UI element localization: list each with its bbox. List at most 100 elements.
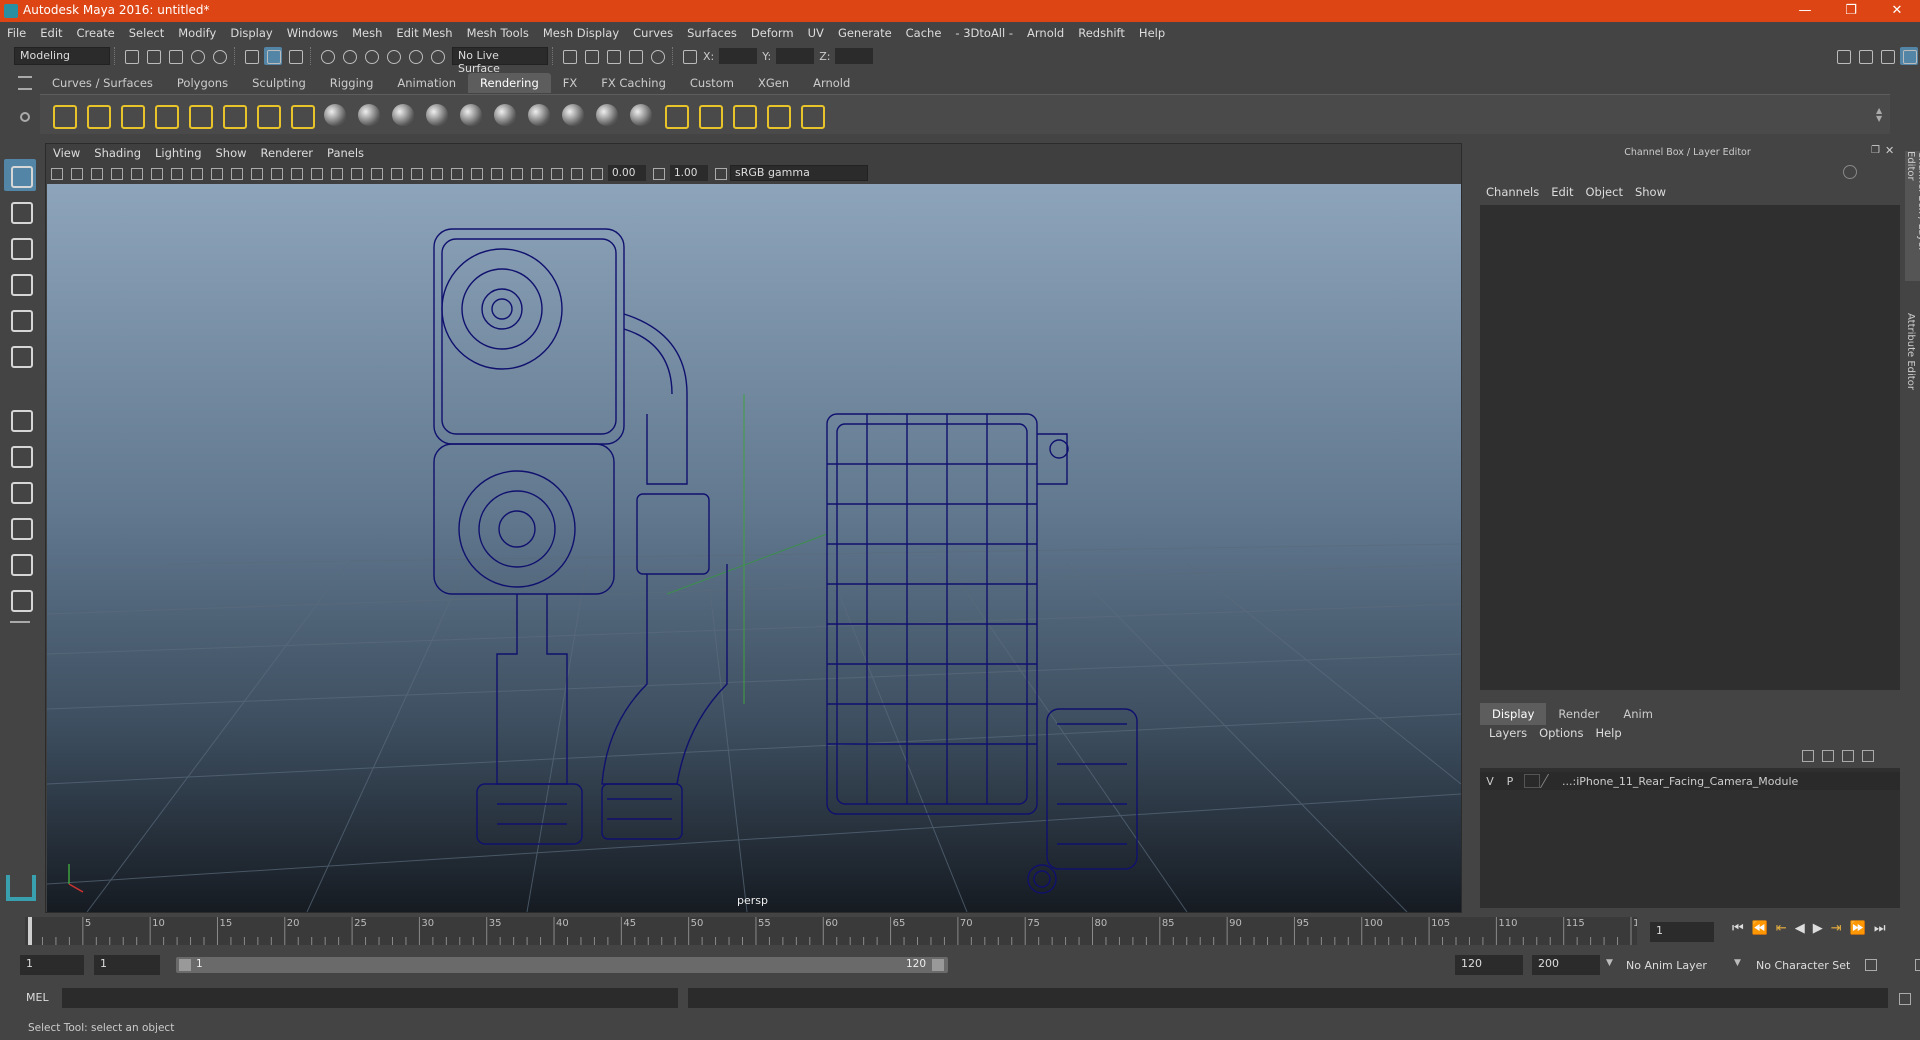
single-perspective-layout-icon[interactable] <box>4 403 36 435</box>
gate-mask-icon[interactable] <box>228 165 244 181</box>
step-forward-frame-icon[interactable]: ⇥ <box>1831 921 1842 936</box>
layer-playback-toggle[interactable]: P <box>1500 775 1520 788</box>
minimize-icon[interactable]: — <box>1782 0 1828 22</box>
shelf-tab-animation[interactable]: Animation <box>385 73 468 93</box>
exposure-icon[interactable] <box>588 165 604 181</box>
shadows-icon[interactable] <box>428 165 444 181</box>
menu-windows[interactable]: Windows <box>287 26 338 40</box>
shading-map-icon[interactable] <box>626 100 656 130</box>
motion-blur-icon[interactable] <box>468 165 484 181</box>
area-light-icon[interactable] <box>184 100 214 130</box>
move-layer-down-icon[interactable] <box>1819 747 1835 763</box>
range-bar[interactable]: 1 120 <box>176 957 948 973</box>
step-back-key-icon[interactable]: ⏪ <box>1752 921 1768 936</box>
scale-tool-icon[interactable] <box>4 339 36 371</box>
layer-row[interactable]: V P ...:iPhone_11_Rear_Facing_Camera_Mod… <box>1480 772 1900 790</box>
grid-toggle-icon[interactable] <box>168 165 184 181</box>
le-menu-layers[interactable]: Layers <box>1489 726 1527 740</box>
auto-key-icon[interactable] <box>1862 956 1878 972</box>
command-input[interactable] <box>62 988 678 1008</box>
close-panel-icon[interactable]: ✕ <box>1885 144 1894 157</box>
outliner-persp-layout-icon[interactable] <box>4 475 36 507</box>
paint-select-tool-icon[interactable] <box>4 231 36 263</box>
playback-end-field[interactable]: 120 <box>1455 955 1523 975</box>
isolate-select-icon[interactable] <box>508 165 524 181</box>
camera-attributes-icon[interactable] <box>68 165 84 181</box>
new-layer-icon[interactable] <box>1859 747 1875 763</box>
anisotropic-shader-icon[interactable] <box>456 100 486 130</box>
end-time-field[interactable]: 200 <box>1532 955 1600 975</box>
menu-file[interactable]: File <box>7 26 26 40</box>
xray-icon[interactable] <box>528 165 544 181</box>
float-panel-icon[interactable]: ❐ <box>1871 145 1880 156</box>
color-management-icon[interactable] <box>712 165 728 181</box>
film-gate-icon[interactable] <box>188 165 204 181</box>
snap-live-icon[interactable] <box>406 47 424 65</box>
gamma-icon[interactable] <box>650 165 666 181</box>
side-tab-attribute-editor[interactable]: Attribute Editor <box>1905 313 1916 390</box>
menu-mesh-tools[interactable]: Mesh Tools <box>467 26 529 40</box>
snap-view-plane-icon[interactable] <box>384 47 402 65</box>
phonge-shader-icon[interactable] <box>422 100 452 130</box>
select-by-component-icon[interactable] <box>286 47 304 65</box>
menu-cache[interactable]: Cache <box>906 26 942 40</box>
snap-point-icon[interactable] <box>362 47 380 65</box>
layer-tab-display[interactable]: Display <box>1480 703 1547 725</box>
shelf-menu-icon[interactable] <box>18 76 32 90</box>
render-settings-icon[interactable] <box>604 47 622 65</box>
snap-grid-icon[interactable] <box>318 47 336 65</box>
safe-title-icon[interactable] <box>288 165 304 181</box>
menu-generate[interactable]: Generate <box>838 26 892 40</box>
render-settings-shelf-icon[interactable] <box>660 100 690 130</box>
modeling-toolkit-icon[interactable] <box>1834 47 1852 65</box>
grease-pencil-icon[interactable] <box>148 165 164 181</box>
char-set-dropdown-icon[interactable]: ▼ <box>1734 958 1741 968</box>
menu-curves[interactable]: Curves <box>633 26 673 40</box>
rotate-tool-icon[interactable] <box>4 303 36 335</box>
shelf-tab-curves-surfaces[interactable]: Curves / Surfaces <box>40 73 165 93</box>
ipr-shelf-icon[interactable] <box>728 100 758 130</box>
hypershade-layout-icon[interactable] <box>4 583 36 615</box>
manipulator-icon[interactable] <box>1843 165 1857 179</box>
menu-surfaces[interactable]: Surfaces <box>687 26 737 40</box>
y-field[interactable] <box>776 48 815 64</box>
shelf-tab-polygons[interactable]: Polygons <box>165 73 240 93</box>
menu-deform[interactable]: Deform <box>751 26 794 40</box>
layer-name[interactable]: ...:iPhone_11_Rear_Facing_Camera_Module <box>1562 775 1798 788</box>
blinn-shader-icon[interactable] <box>354 100 384 130</box>
current-frame-field[interactable]: 1 <box>1650 922 1714 942</box>
render-view-icon[interactable] <box>648 47 666 65</box>
camera-select-icon[interactable] <box>48 165 64 181</box>
transform-mode-icon[interactable] <box>680 47 698 65</box>
undo-icon[interactable] <box>188 47 206 65</box>
close-icon[interactable]: ✕ <box>1874 0 1920 22</box>
animation-prefs-icon[interactable] <box>1912 956 1920 972</box>
anim-layer-dropdown[interactable]: No Anim Layer <box>1626 959 1707 972</box>
menu-3dtoall[interactable]: - 3DtoAll - <box>955 26 1013 40</box>
menu-select[interactable]: Select <box>129 26 164 40</box>
range-end-handle[interactable] <box>932 959 944 971</box>
channel-box-area[interactable] <box>1480 205 1900 690</box>
go-to-start-icon[interactable]: ⏮ <box>1732 921 1744 936</box>
cb-menu-object[interactable]: Object <box>1586 185 1623 199</box>
hypershade-icon[interactable] <box>626 47 644 65</box>
point-light-icon[interactable] <box>48 100 78 130</box>
le-menu-help[interactable]: Help <box>1595 726 1621 740</box>
xray-joints-icon[interactable] <box>548 165 564 181</box>
cb-menu-edit[interactable]: Edit <box>1551 185 1573 199</box>
shelf-tab-xgen[interactable]: XGen <box>746 73 801 93</box>
textured-icon[interactable] <box>388 165 404 181</box>
ambient-occlusion-icon[interactable] <box>448 165 464 181</box>
shelf-tab-custom[interactable]: Custom <box>678 73 746 93</box>
wireframe-on-shaded-icon[interactable] <box>368 165 384 181</box>
timeline-ruler[interactable]: 5 10 15 20 25 30 35 40 45 50 55 60 65 70 75 80 85 90 95 100… <box>25 917 1652 945</box>
shelf-tab-rigging[interactable]: Rigging <box>318 73 386 93</box>
field-chart-icon[interactable] <box>248 165 264 181</box>
render-frame-icon[interactable] <box>560 47 578 65</box>
camera-aim-icon[interactable] <box>286 100 316 130</box>
channel-box-toggle-icon[interactable] <box>1900 47 1918 65</box>
shelf-tab-sculpting[interactable]: Sculpting <box>240 73 318 93</box>
surface-shader-icon[interactable] <box>558 100 588 130</box>
side-tab-channel-box[interactable]: Channel Box / Layer Editor <box>1905 151 1920 281</box>
viewport-3d[interactable]: persp <box>47 184 1461 912</box>
